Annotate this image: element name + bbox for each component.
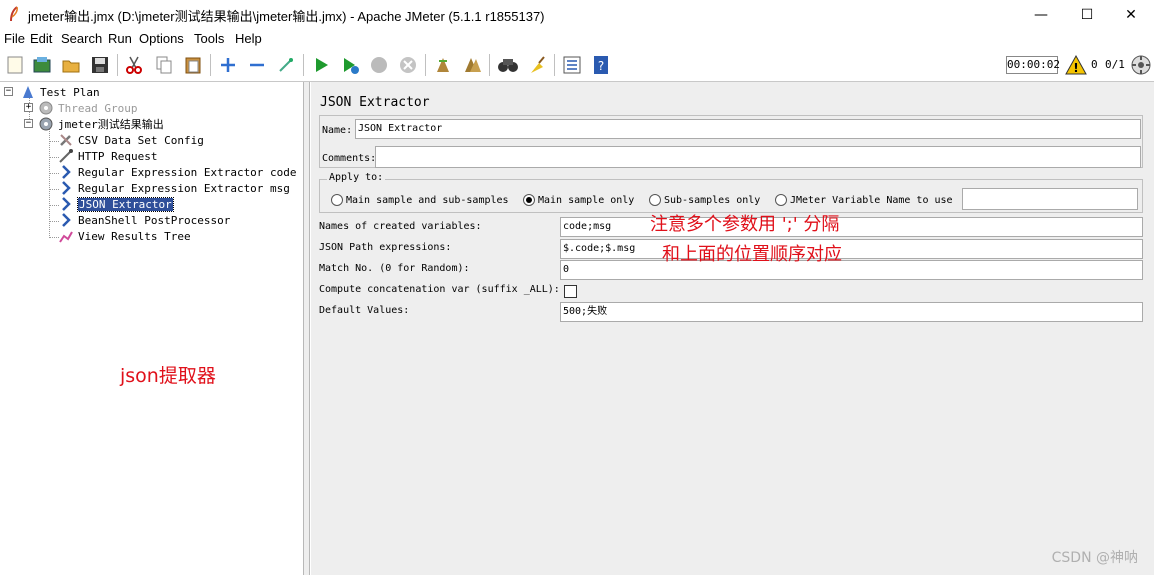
annotation-separator: 注意多个参数用 ';' 分隔 [650,214,840,235]
window-title: jmeter输出.jmx (D:\jmeter测试结果输出\jmeter输出.j… [28,9,545,24]
shutdown-icon[interactable] [396,53,420,77]
radio-main-only[interactable] [523,194,535,206]
collapse-toggle[interactable]: − [4,87,13,96]
templates-icon[interactable] [30,53,54,77]
copy-icon[interactable] [152,53,176,77]
remote-engines-icon[interactable] [1129,53,1153,77]
new-icon[interactable] [3,53,27,77]
names-input[interactable]: code;msg [560,217,1143,237]
toolbar: ? 00:00:02 ! 0 0/1 [0,48,1154,82]
menu-help[interactable]: Help [235,31,262,46]
annotation-order: 和上面的位置顺序对应 [662,244,842,265]
start-icon[interactable] [309,53,333,77]
arrow-icon [58,212,74,228]
tree-item-regex-extractor-code[interactable]: Regular Expression Extractor code [58,164,297,180]
radio-sub-only[interactable] [649,194,661,206]
arrow-icon [58,196,74,212]
search-icon[interactable] [496,53,520,77]
radio-main-and-sub[interactable] [331,194,343,206]
menu-search[interactable]: Search [61,31,102,46]
tree-item-thread-group-jmeter[interactable]: jmeter测试结果输出 [38,116,164,132]
stop-icon[interactable] [367,53,391,77]
tree-item-csv-data-set[interactable]: CSV Data Set Config [58,132,204,148]
default-label: Default Values: [319,305,410,316]
radio-main-and-sub-label: Main sample and sub-samples [346,195,509,206]
menu-options[interactable]: Options [139,31,184,46]
comments-input[interactable] [375,146,1141,168]
split-pane-divider[interactable] [304,82,310,575]
names-label: Names of created variables: [319,221,482,232]
menu-file[interactable]: File [4,31,25,46]
tree-item-test-plan[interactable]: Test Plan [20,84,100,100]
maximize-button[interactable]: ☐ [1064,0,1110,30]
cut-icon[interactable] [122,53,146,77]
paths-input[interactable]: $.code;$.msg [560,239,1143,259]
panel-title: JSON Extractor [320,95,430,110]
gear-icon [38,116,54,132]
jmeter-feather-icon [10,6,18,22]
name-input[interactable]: JSON Extractor [355,119,1141,139]
tree-item-thread-group[interactable]: Thread Group [38,100,137,116]
menu-edit[interactable]: Edit [30,31,52,46]
wrench-icon [58,132,74,148]
tree-item-view-results-tree[interactable]: View Results Tree [58,228,191,244]
clear-all-icon[interactable] [460,53,484,77]
thread-count: 0/1 [1105,58,1125,71]
name-label: Name: [322,125,353,136]
save-icon[interactable] [88,53,112,77]
toggle-icon[interactable] [274,53,298,77]
radio-sub-only-label: Sub-samples only [664,195,761,206]
menu-bar: File Edit Search Run Options Tools Help [0,30,1154,48]
json-extractor-panel: JSON Extractor Name: JSON Extractor Comm… [311,82,1154,575]
pipette-icon [58,148,74,164]
tree-item-regex-extractor-msg[interactable]: Regular Expression Extractor msg [58,180,290,196]
minimize-button[interactable]: — [1018,0,1064,30]
close-button[interactable]: ✕ [1108,0,1154,30]
comments-label: Comments: [322,153,377,164]
warning-icon[interactable]: ! [1064,53,1088,77]
warning-count: 0 [1091,58,1098,71]
tree-item-beanshell-postprocessor[interactable]: BeanShell PostProcessor [58,212,230,228]
gear-icon [38,100,54,116]
paste-icon[interactable] [181,53,205,77]
arrow-icon [58,164,74,180]
svg-text:?: ? [598,59,604,73]
match-input[interactable]: 0 [560,260,1143,280]
svg-text:!: ! [1073,61,1078,75]
expand-all-icon[interactable] [216,53,240,77]
jmeter-variable-input[interactable] [962,188,1138,210]
match-label: Match No. (0 for Random): [319,263,470,274]
collapse-all-icon[interactable] [245,53,269,77]
concat-checkbox[interactable] [564,285,577,298]
paths-label: JSON Path expressions: [319,242,452,253]
concat-label: Compute concatenation var (suffix _ALL): [319,284,560,295]
expand-toggle[interactable]: + [24,103,33,112]
menu-run[interactable]: Run [108,31,132,46]
function-helper-icon[interactable] [560,53,584,77]
apply-to-legend: Apply to: [327,172,386,183]
collapse-toggle[interactable]: − [24,119,33,128]
radio-jmeter-variable-label: JMeter Variable Name to use [790,195,953,206]
elapsed-timer: 00:00:02 [1006,56,1060,74]
reset-search-icon[interactable] [525,53,549,77]
annotation-json-extractor: json提取器 [120,365,216,387]
default-input[interactable]: 500;失败 [560,302,1143,322]
menu-tools[interactable]: Tools [194,31,224,46]
start-no-pauses-icon[interactable] [338,53,362,77]
open-icon[interactable] [59,53,83,77]
radio-jmeter-variable[interactable] [775,194,787,206]
title-bar: jmeter输出.jmx (D:\jmeter测试结果输出\jmeter输出.j… [0,0,1154,30]
test-plan-tree: − Test Plan + Thread Group − jmeter测试结果输… [0,82,304,575]
watermark: CSDN @神呐 [1051,550,1138,566]
tree-item-json-extractor[interactable]: JSON Extractor [58,196,174,212]
radio-main-only-label: Main sample only [538,195,635,206]
clear-icon[interactable] [431,53,455,77]
tree-item-http-request[interactable]: HTTP Request [58,148,157,164]
chart-icon [58,228,74,244]
arrow-icon [58,180,74,196]
test-plan-icon [20,84,36,100]
help-icon[interactable]: ? [589,53,613,77]
